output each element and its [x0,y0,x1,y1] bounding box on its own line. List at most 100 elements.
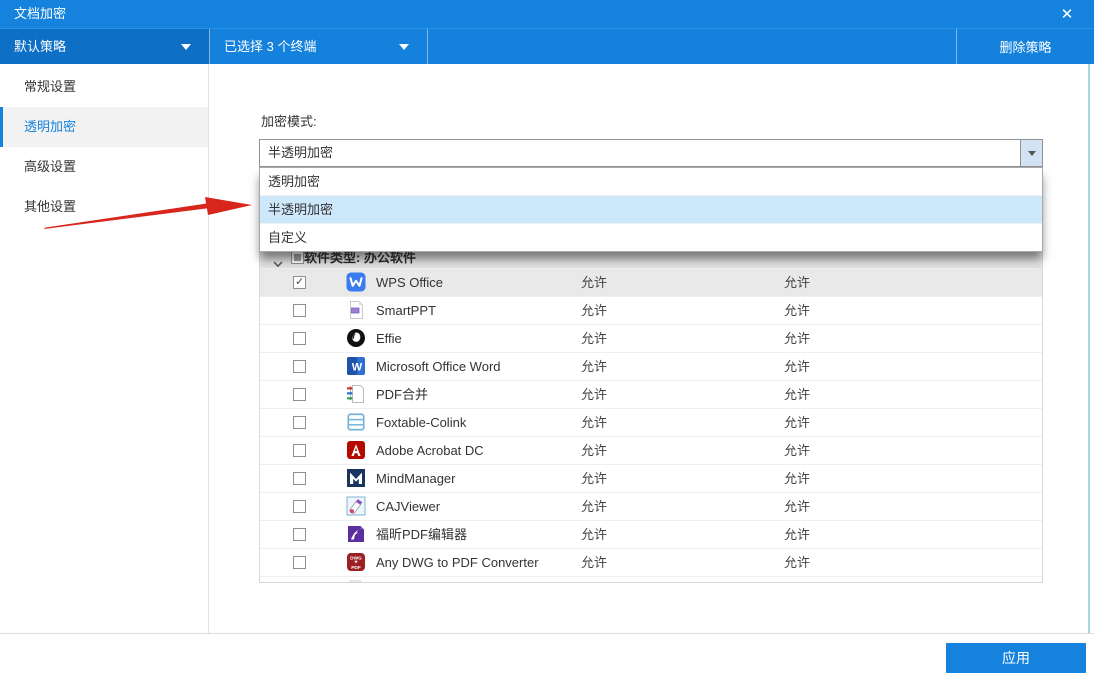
permission-value[interactable]: 允许 [581,521,607,548]
svg-text:DWG: DWG [350,555,362,561]
permission-value[interactable]: 允许 [581,409,607,436]
table-row[interactable]: PDF合并 允许 允许 [260,380,1042,408]
sidebar-item-general-settings[interactable]: 常规设置 [0,67,208,107]
dropdown-option[interactable]: 自定义 [260,223,1042,251]
table-row[interactable]: CAJViewer 允许 允许 [260,492,1042,520]
permission-value[interactable]: 允许 [581,325,607,352]
sidebar-item-advanced-settings[interactable]: 高级设置 [0,147,208,187]
policy-selector-label: 默认策略 [14,29,66,64]
chevron-down-icon [1028,151,1036,156]
software-name: WPS Office [376,269,443,296]
terminal-selector[interactable]: 已选择 3 个终端 [210,29,427,64]
toolbar-separator [209,29,210,64]
permission-value[interactable]: 允许 [784,577,810,583]
software-name: CAJViewer [376,493,440,520]
software-name: Adobe Reader [376,577,460,583]
titlebar: 文档加密 ✕ [0,0,1094,28]
apply-button[interactable]: 应用 [946,643,1086,673]
any-dwg-pdf-icon: DWG PDF [346,552,366,572]
permission-value[interactable]: 允许 [784,521,810,548]
policy-selector[interactable]: 默认策略 [0,29,209,64]
select-dropdown-button[interactable] [1020,140,1042,166]
sidebar: 常规设置透明加密高级设置其他设置 [0,64,209,633]
software-name: PDF合并 [376,381,428,408]
mindmanager-icon [346,468,366,488]
permission-value[interactable]: 允许 [784,269,810,296]
row-checkbox[interactable] [293,360,306,373]
software-name: Microsoft Office Word [376,353,501,380]
permission-value[interactable]: 允许 [784,465,810,492]
permission-value[interactable]: 允许 [581,297,607,324]
permission-value[interactable]: 允许 [784,493,810,520]
table-row[interactable]: MindManager 允许 允许 [260,464,1042,492]
table-row[interactable]: Adobe Reader 允许 允许 [260,576,1042,583]
table-row[interactable]: Effie 允许 允许 [260,324,1042,352]
chevron-down-icon [181,44,191,50]
encryption-mode-select[interactable]: 半透明加密 [259,139,1043,167]
permission-value[interactable]: 允许 [784,409,810,436]
table-row[interactable]: DWG PDF Any DWG to PDF Converter 允许 允许 [260,548,1042,576]
foxtable-icon [346,412,366,432]
table-row[interactable]: Adobe Acrobat DC 允许 允许 [260,436,1042,464]
row-checkbox[interactable] [293,500,306,513]
permission-value[interactable]: 允许 [581,437,607,464]
permission-value[interactable]: 允许 [784,353,810,380]
software-name: 福昕PDF编辑器 [376,521,467,548]
svg-text:W: W [352,362,363,374]
sidebar-item-other-settings[interactable]: 其他设置 [0,187,208,227]
row-checkbox[interactable] [293,276,306,289]
permission-value[interactable]: 允许 [784,381,810,408]
terminal-selector-label: 已选择 3 个终端 [224,29,316,64]
table-row[interactable]: W Microsoft Office Word 允许 允许 [260,352,1042,380]
footer: 应用 [0,633,1094,678]
sidebar-item-transparent-encryption[interactable]: 透明加密 [0,107,208,147]
software-name: Any DWG to PDF Converter [376,549,539,576]
window-title: 文档加密 [14,0,66,28]
close-icon[interactable]: ✕ [1052,0,1082,28]
permission-value[interactable]: 允许 [784,325,810,352]
permission-value[interactable]: 允许 [784,297,810,324]
dropdown-option[interactable]: 透明加密 [260,168,1042,195]
cajviewer-icon [346,496,366,516]
software-name: MindManager [376,465,456,492]
group-checkbox[interactable] [291,251,304,264]
effie-icon [346,328,366,348]
row-checkbox[interactable] [293,388,306,401]
table-row[interactable]: SmartPPT 允许 允许 [260,296,1042,324]
permission-value[interactable]: 允许 [581,493,607,520]
permission-value[interactable]: 允许 [581,549,607,576]
toolbar-separator [427,29,428,64]
toolbar: 默认策略 已选择 3 个终端 删除策略 [0,28,1094,64]
software-name: SmartPPT [376,297,436,324]
encryption-mode-dropdown: 透明加密半透明加密自定义 [259,167,1043,252]
row-checkbox[interactable] [293,416,306,429]
software-name: Adobe Acrobat DC [376,437,484,464]
adobe-reader-icon [346,580,366,583]
permission-value[interactable]: 允许 [581,269,607,296]
permission-value[interactable]: 允许 [581,577,607,583]
row-checkbox[interactable] [293,556,306,569]
permission-value[interactable]: 允许 [581,465,607,492]
table-row[interactable]: Foxtable-Colink 允许 允许 [260,408,1042,436]
svg-text:PDF: PDF [351,565,361,571]
word-icon: W [346,356,366,376]
software-name: Foxtable-Colink [376,409,466,436]
chevron-down-icon [399,44,409,50]
row-checkbox[interactable] [293,332,306,345]
permission-value[interactable]: 允许 [581,353,607,380]
row-checkbox[interactable] [293,472,306,485]
permission-value[interactable]: 允许 [581,381,607,408]
document-encryption-window: { "window": { "title": "文档加密", "close_ic… [0,0,1094,678]
permission-value[interactable]: 允许 [784,437,810,464]
row-checkbox[interactable] [293,304,306,317]
permission-value[interactable]: 允许 [784,549,810,576]
table-row[interactable]: 福昕PDF编辑器 允许 允许 [260,520,1042,548]
delete-policy-button[interactable]: 删除策略 [957,29,1094,64]
software-name: Effie [376,325,402,352]
acrobat-icon [346,440,366,460]
table-row[interactable]: WPS Office 允许 允许 [260,268,1042,296]
smartppt-icon [346,300,366,320]
row-checkbox[interactable] [293,528,306,541]
dropdown-option[interactable]: 半透明加密 [260,195,1042,223]
row-checkbox[interactable] [293,444,306,457]
